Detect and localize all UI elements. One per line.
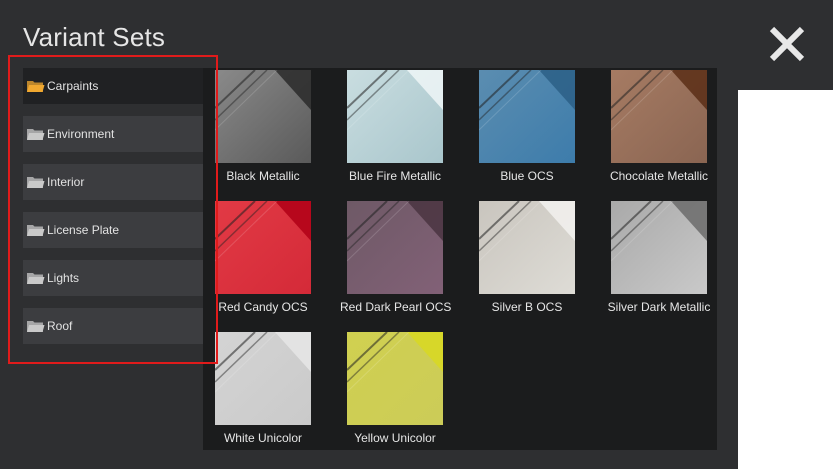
sidebar-item-roof[interactable]: Roof: [23, 308, 203, 344]
folder-icon: [26, 223, 45, 237]
variant-label: Red Dark Pearl OCS: [340, 300, 452, 314]
material-swatch: [611, 201, 707, 294]
variant-tile-blue-ocs[interactable]: Blue OCS: [472, 70, 582, 183]
variant-label: Red Candy OCS: [218, 300, 308, 314]
folder-icon: [26, 79, 45, 93]
variant-tile-white-unicolor[interactable]: White Unicolor: [208, 332, 318, 445]
sidebar-item-label: Interior: [47, 175, 85, 189]
variant-tile-yellow-unicolor[interactable]: Yellow Unicolor: [340, 332, 450, 445]
page-title: Variant Sets: [23, 22, 166, 52]
material-swatch: [215, 201, 311, 294]
sidebar-item-label: Carpaints: [47, 79, 99, 93]
variant-label: Blue OCS: [500, 169, 554, 183]
sidebar-item-label: License Plate: [47, 223, 120, 237]
variant-label: Silver Dark Metallic: [607, 300, 711, 314]
variant-tile-silver-b-ocs[interactable]: Silver B OCS: [472, 201, 582, 314]
close-button[interactable]: [768, 26, 806, 62]
material-swatch: [479, 70, 575, 163]
variant-tile-silver-dark-metallic[interactable]: Silver Dark Metallic: [604, 201, 714, 314]
variant-set-list: Carpaints Environment Interior License Plat…: [23, 68, 203, 356]
sidebar-item-lights[interactable]: Lights: [23, 260, 203, 296]
material-swatch: [347, 332, 443, 425]
material-swatch: [347, 201, 443, 294]
material-swatch: [347, 70, 443, 163]
variant-tile-blue-fire-metallic[interactable]: Blue Fire Metallic: [340, 70, 450, 183]
variant-tile-chocolate-metallic[interactable]: Chocolate Metallic: [604, 70, 714, 183]
variant-label: Black Metallic: [226, 169, 300, 183]
folder-icon: [26, 319, 45, 333]
variant-gallery: Black Metallic Blue Fire Metallic Blue OCS…: [203, 68, 717, 450]
sidebar-item-label: Roof: [47, 319, 73, 333]
variant-label: White Unicolor: [223, 431, 303, 445]
close-icon: [769, 26, 805, 62]
sidebar-item-environment[interactable]: Environment: [23, 116, 203, 152]
sidebar-item-label: Environment: [47, 127, 115, 141]
variant-label: Yellow Unicolor: [354, 431, 436, 445]
sidebar-item-license-plate[interactable]: License Plate: [23, 212, 203, 248]
folder-icon: [26, 271, 45, 285]
variant-label: Blue Fire Metallic: [348, 169, 442, 183]
variant-tile-red-dark-pearl-ocs[interactable]: Red Dark Pearl OCS: [340, 201, 452, 314]
variant-tile-red-candy-ocs[interactable]: Red Candy OCS: [208, 201, 318, 314]
variant-label: Chocolate Metallic: [609, 169, 709, 183]
folder-icon: [26, 127, 45, 141]
material-swatch: [215, 70, 311, 163]
side-panel: [738, 90, 833, 469]
variant-tile-black-metallic[interactable]: Black Metallic: [208, 70, 318, 183]
material-swatch: [479, 201, 575, 294]
material-swatch: [611, 70, 707, 163]
folder-icon: [26, 175, 45, 189]
sidebar-item-label: Lights: [47, 271, 80, 285]
variant-label: Silver B OCS: [491, 300, 563, 314]
variant-sets-dialog: Variant Sets Carpaints Environment Interio…: [0, 0, 833, 469]
sidebar-item-interior[interactable]: Interior: [23, 164, 203, 200]
sidebar-item-carpaints[interactable]: Carpaints: [23, 68, 203, 104]
material-swatch: [215, 332, 311, 425]
